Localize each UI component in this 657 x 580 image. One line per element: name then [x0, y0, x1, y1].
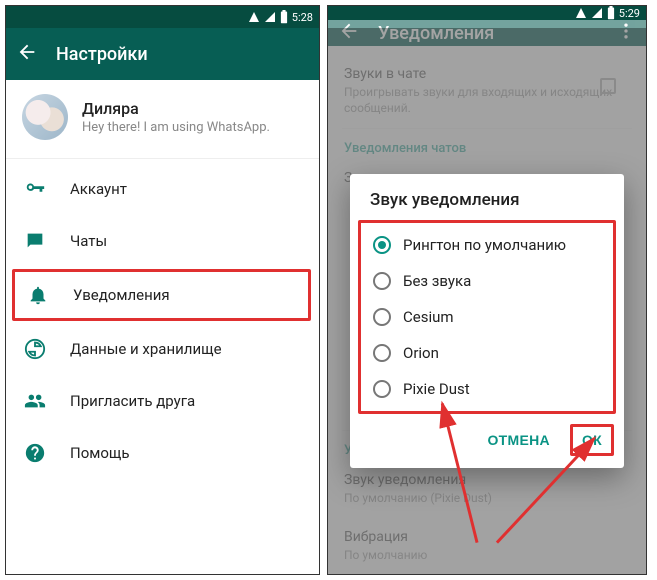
option-orion[interactable]: Orion — [363, 335, 611, 371]
back-icon[interactable] — [16, 41, 38, 67]
option-cesium[interactable]: Cesium — [363, 299, 611, 335]
signal-icon — [248, 11, 260, 23]
statusbar: 5:28 — [6, 6, 319, 28]
cancel-button[interactable]: ОТМЕНА — [475, 424, 561, 456]
help-icon — [24, 442, 46, 464]
avatar — [22, 94, 68, 140]
profile-row[interactable]: Диляра Hey there! I am using WhatsApp. — [6, 80, 319, 158]
cell-icon — [591, 7, 603, 19]
menu-item-account[interactable]: Аккаунт — [6, 163, 319, 215]
data-icon — [24, 338, 46, 360]
phone-notifications: 5:29 Уведомления Звуки в чате Проигрыват… — [327, 5, 647, 575]
menu-label: Чаты — [70, 232, 107, 250]
radio-icon — [373, 308, 391, 326]
page-title: Настройки — [56, 44, 148, 65]
statusbar: 5:29 — [328, 6, 646, 20]
menu-label: Данные и хранилище — [70, 340, 222, 358]
ok-button[interactable]: ОК — [570, 424, 614, 456]
radio-icon — [373, 344, 391, 362]
bell-icon — [27, 284, 49, 306]
sound-dialog: Звук уведомления Рингтон по умолчанию Бе… — [350, 174, 624, 468]
radio-icon — [373, 380, 391, 398]
status-time: 5:28 — [292, 11, 313, 24]
menu-item-invite[interactable]: Пригласить друга — [6, 375, 319, 427]
radio-icon — [373, 236, 391, 254]
options-highlight: Рингтон по умолчанию Без звука Cesium Or… — [358, 220, 616, 414]
menu-label: Уведомления — [73, 286, 170, 304]
chat-icon — [24, 230, 46, 252]
battery-icon — [607, 6, 615, 20]
option-label: Без звука — [403, 272, 471, 290]
dialog-actions: ОТМЕНА ОК — [356, 414, 618, 462]
option-default[interactable]: Рингтон по умолчанию — [363, 227, 611, 263]
group-icon — [24, 390, 46, 412]
menu-label: Аккаунт — [70, 180, 127, 198]
menu-item-notifications[interactable]: Уведомления — [12, 269, 311, 321]
settings-menu: Аккаунт Чаты Уведомления Данные и хранил… — [6, 159, 319, 479]
phone-settings: 5:28 Настройки Диляра Hey there! I am us… — [5, 5, 320, 575]
signal-icon — [575, 7, 587, 19]
option-pixie[interactable]: Pixie Dust — [363, 371, 611, 407]
option-label: Cesium — [403, 308, 454, 326]
cell-icon — [264, 11, 276, 23]
menu-item-data[interactable]: Данные и хранилище — [6, 323, 319, 375]
option-label: Orion — [403, 344, 439, 362]
menu-item-help[interactable]: Помощь — [6, 427, 319, 479]
status-time: 5:29 — [619, 7, 640, 20]
menu-item-chats[interactable]: Чаты — [6, 215, 319, 267]
option-silent[interactable]: Без звука — [363, 263, 611, 299]
key-icon — [24, 178, 46, 200]
appbar: Настройки — [6, 28, 319, 80]
menu-label: Пригласить друга — [70, 392, 195, 410]
radio-icon — [373, 272, 391, 290]
option-label: Pixie Dust — [403, 380, 470, 398]
menu-label: Помощь — [70, 444, 130, 462]
option-label: Рингтон по умолчанию — [403, 236, 566, 254]
battery-icon — [280, 10, 288, 24]
profile-status: Hey there! I am using WhatsApp. — [82, 120, 270, 135]
profile-name: Диляра — [82, 99, 270, 118]
dialog-title: Звук уведомления — [356, 190, 618, 220]
